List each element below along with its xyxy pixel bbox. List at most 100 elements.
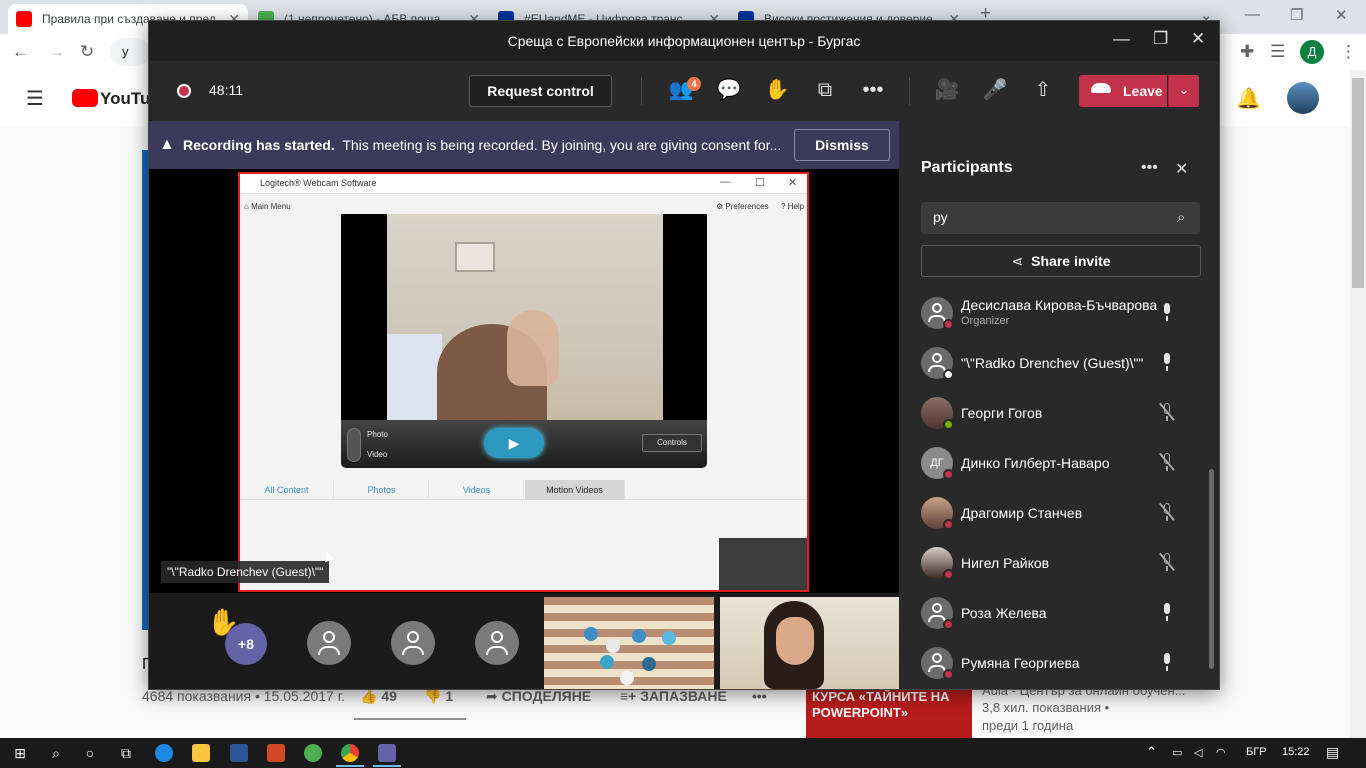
dismiss-button[interactable]: Dismiss: [794, 129, 890, 161]
chat-icon[interactable]: 💬: [715, 77, 743, 103]
clock[interactable]: 15:22: [1282, 746, 1310, 758]
participant-row[interactable]: Десислава Кирова-Бъчварова Organizer: [899, 289, 1219, 339]
help-label: Help: [787, 202, 805, 211]
participant-row[interactable]: ДГ Динко Гилберт-Наваро: [899, 439, 1219, 489]
share-invite-button[interactable]: ⋖ Share invite: [921, 245, 1201, 277]
close-window-icon[interactable]: ✕: [1191, 29, 1205, 49]
file-explorer-icon[interactable]: [192, 744, 210, 762]
leave-options-chevron-icon[interactable]: ⌄: [1168, 75, 1199, 107]
address-bar[interactable]: y: [110, 38, 150, 66]
participant-row[interactable]: Роза Желева: [899, 589, 1219, 639]
recommended-video-thumbnail[interactable]: КУРСА «ТАЙНИТЕ НА POWERPOINT»: [806, 686, 972, 738]
controls-button: Controls: [642, 434, 702, 452]
participant-video-tile[interactable]: [720, 597, 899, 689]
more-actions-icon[interactable]: •••: [859, 77, 887, 103]
address-text: y: [122, 44, 129, 59]
reactions-icon[interactable]: ✋: [763, 77, 791, 103]
participant-avatar[interactable]: [307, 621, 351, 665]
camera-icon[interactable]: 🎥: [933, 77, 961, 103]
presenter-name-tag: "\"Radko Drenchev (Guest)\"": [161, 561, 330, 583]
microphone-muted-icon[interactable]: [1159, 503, 1175, 523]
participant-row[interactable]: Георги Гогов: [899, 389, 1219, 439]
participant-avatar[interactable]: [475, 621, 519, 665]
word-icon[interactable]: [230, 744, 248, 762]
teams-icon[interactable]: [378, 744, 396, 762]
thumbnail-text: КУРСА «ТАЙНИТЕ НА POWERPOINT»: [812, 689, 950, 720]
share-button[interactable]: ➦ СПОДЕЛЯНЕ: [486, 688, 591, 705]
network-icon[interactable]: ◠: [1216, 746, 1226, 759]
microphone-muted-icon[interactable]: [1159, 453, 1175, 473]
classroom-video-tile[interactable]: [544, 597, 714, 689]
browser-menu-icon[interactable]: ⋮: [1340, 42, 1357, 62]
record-camera-icon: ▶: [484, 428, 544, 458]
share-screen-icon[interactable]: ⇧: [1029, 77, 1057, 103]
recommended-age: преди 1 година: [982, 718, 1074, 733]
notifications-bell-icon[interactable]: 🔔: [1236, 86, 1261, 111]
microphone-icon[interactable]: [1161, 303, 1173, 323]
extensions-icon[interactable]: ✚: [1240, 42, 1254, 62]
microphone-icon[interactable]: [1161, 653, 1173, 673]
participant-name: Георги Гогов: [961, 405, 1043, 421]
dislike-button[interactable]: 👎 1: [424, 688, 453, 705]
dislike-count: 1: [445, 688, 454, 704]
volume-icon[interactable]: ◁: [1194, 746, 1202, 759]
reload-icon[interactable]: ↻: [80, 42, 94, 62]
hamburger-menu-icon[interactable]: ☰: [26, 86, 44, 111]
restore-icon[interactable]: ❐: [1290, 6, 1303, 24]
more-options-icon[interactable]: •••: [1141, 159, 1158, 177]
restore-icon[interactable]: ❐: [1153, 29, 1168, 49]
notifications-icon[interactable]: ▤: [1326, 744, 1339, 761]
video-label: Video: [367, 450, 388, 459]
participant-row[interactable]: Драгомир Станчев: [899, 489, 1219, 539]
breakout-rooms-icon[interactable]: ⧉: [811, 77, 839, 103]
language-indicator[interactable]: БГР: [1246, 746, 1267, 758]
minimize-icon[interactable]: —: [1113, 29, 1130, 49]
profile-avatar[interactable]: Д: [1300, 40, 1324, 64]
participant-row[interactable]: Нигел Райков: [899, 539, 1219, 589]
microphone-muted-icon[interactable]: [1159, 553, 1175, 573]
microphone-icon[interactable]: 🎤: [981, 77, 1009, 103]
powerpoint-icon[interactable]: [267, 744, 285, 762]
participant-row[interactable]: Румяна Георгиева: [899, 639, 1219, 689]
more-actions-icon[interactable]: •••: [752, 688, 767, 704]
help-link: ? Help: [781, 202, 805, 211]
task-view-icon[interactable]: ⧉: [116, 743, 136, 763]
panel-scrollbar[interactable]: [1209, 469, 1214, 669]
save-button[interactable]: ≡+ ЗАПАЗВАНЕ: [620, 688, 727, 704]
search-icon[interactable]: ⌕: [1177, 209, 1185, 226]
forward-arrow-icon[interactable]: →: [48, 42, 65, 62]
busy-status-icon: [943, 569, 954, 580]
participant-search-input[interactable]: ру: [921, 202, 1200, 234]
windows-start-icon[interactable]: ⊞: [10, 743, 30, 763]
show-hidden-icons-icon[interactable]: ⌃: [1146, 744, 1157, 760]
close-icon[interactable]: ✕: [1175, 159, 1188, 179]
cortana-icon[interactable]: ○: [80, 743, 100, 763]
student-figure: [600, 655, 614, 669]
page-scrollbar[interactable]: [1350, 70, 1366, 738]
scrollbar-thumb[interactable]: [1352, 78, 1364, 288]
like-button[interactable]: 👍 49: [360, 688, 397, 705]
microphone-icon[interactable]: [1161, 353, 1173, 373]
search-icon[interactable]: ⌕: [46, 743, 66, 763]
more-participants-bubble[interactable]: +8: [225, 623, 267, 665]
back-arrow-icon[interactable]: ←: [12, 42, 29, 62]
person-head-icon: [323, 631, 335, 643]
participant-name: Динко Гилберт-Наваро: [961, 455, 1110, 471]
participant-row[interactable]: "\"Radko Drenchev (Guest)\"": [899, 339, 1219, 389]
battery-icon[interactable]: ▭: [1172, 746, 1182, 759]
minimize-icon: —: [720, 176, 731, 188]
participant-avatar[interactable]: [391, 621, 435, 665]
torrent-icon[interactable]: [304, 744, 322, 762]
participant-name: Драгомир Станчев: [961, 505, 1083, 521]
avatar[interactable]: [1287, 82, 1319, 114]
microphone-icon[interactable]: [1161, 603, 1173, 623]
recording-indicator-icon: [177, 84, 191, 98]
youtube-logo-icon[interactable]: [72, 89, 98, 107]
chrome-icon[interactable]: [341, 744, 359, 762]
reading-list-icon[interactable]: ☰: [1270, 42, 1285, 62]
request-control-button[interactable]: Request control: [469, 75, 612, 107]
edge-icon[interactable]: [155, 744, 173, 762]
microphone-muted-icon[interactable]: [1159, 403, 1175, 423]
close-window-icon[interactable]: ✕: [1335, 6, 1348, 24]
minimize-icon[interactable]: —: [1245, 6, 1260, 23]
